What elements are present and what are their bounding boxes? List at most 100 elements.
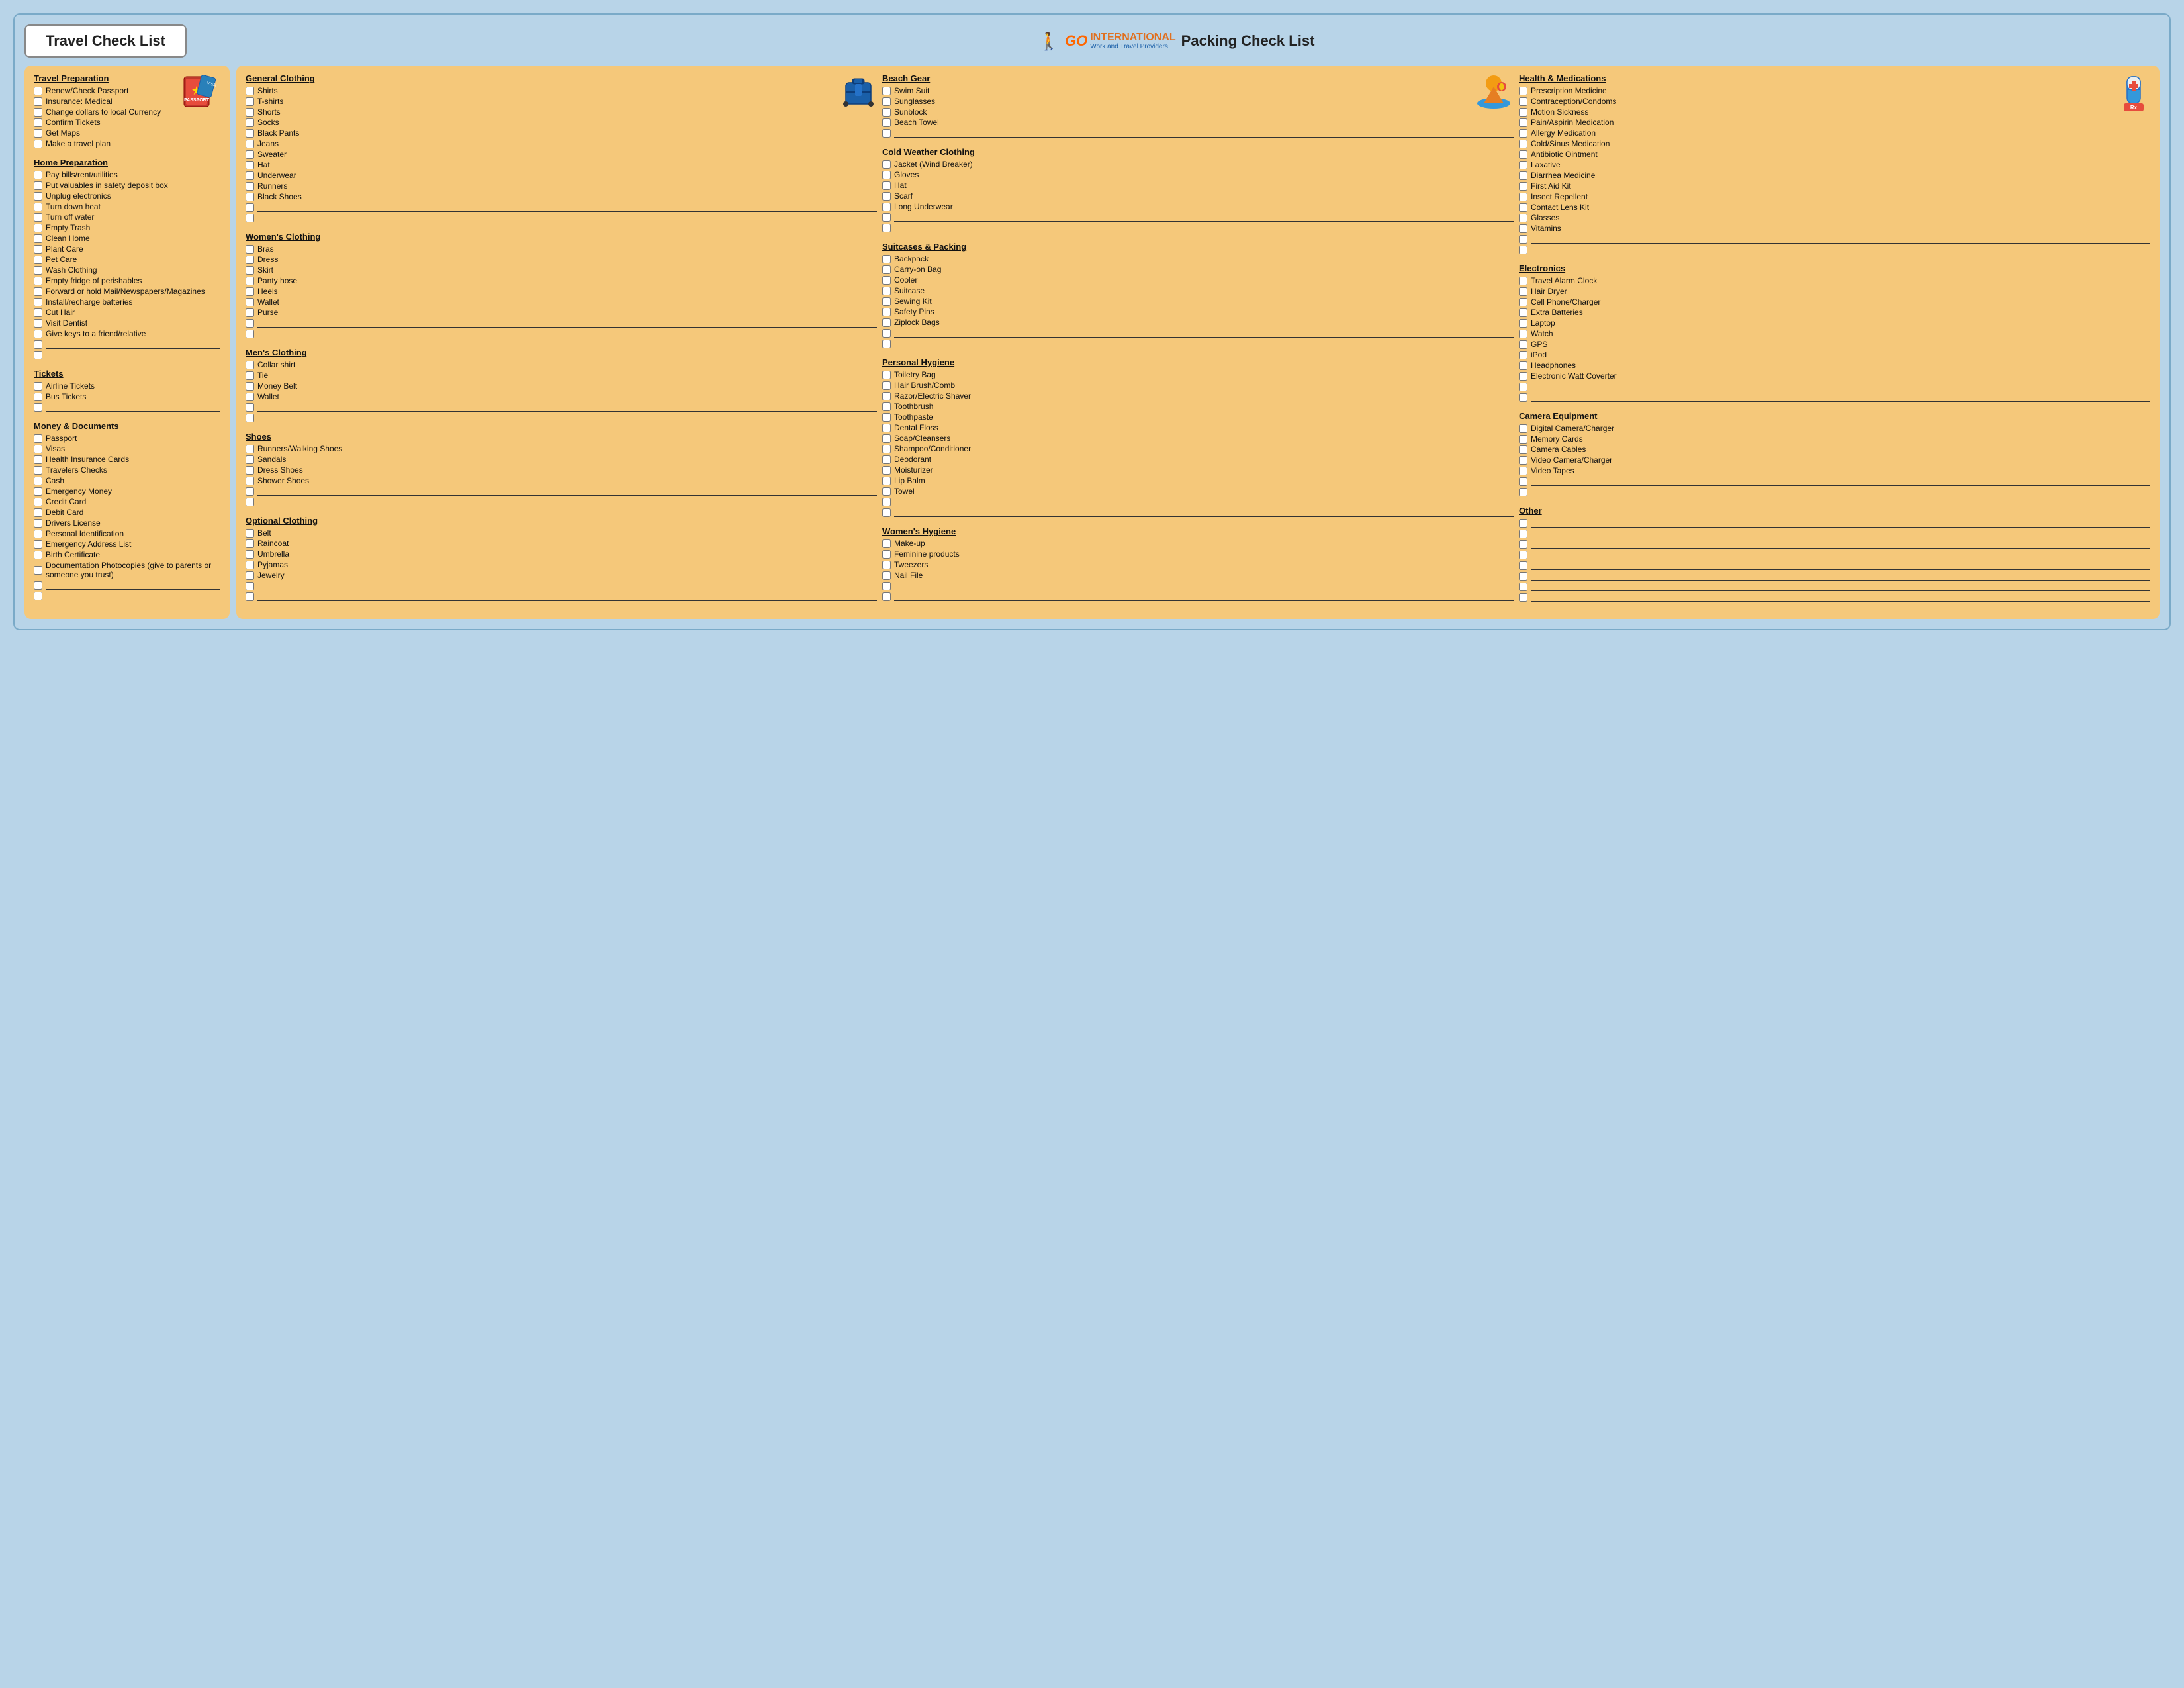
check-item[interactable]: Jacket (Wind Breaker): [882, 160, 1514, 169]
checkbox-womens-hygiene-2[interactable]: [882, 561, 891, 569]
blank-checkbox[interactable]: [882, 508, 891, 517]
checkbox-womens-hygiene-3[interactable]: [882, 571, 891, 580]
check-item[interactable]: Feminine products: [882, 549, 1514, 559]
checkbox-health-medications-8[interactable]: [1519, 171, 1527, 180]
check-item[interactable]: Turn down heat: [34, 202, 220, 211]
check-item[interactable]: Headphones: [1519, 361, 2150, 370]
check-item[interactable]: Umbrella: [246, 549, 877, 559]
checkbox-travel-preparation-5[interactable]: [34, 140, 42, 148]
check-item[interactable]: Shower Shoes: [246, 476, 877, 485]
checkbox-personal-hygiene-7[interactable]: [882, 445, 891, 453]
check-item[interactable]: Bras: [246, 244, 877, 254]
check-item[interactable]: Motion Sickness: [1519, 107, 2114, 117]
check-item[interactable]: Travel Alarm Clock: [1519, 276, 2150, 285]
checkbox-general-clothing-4[interactable]: [246, 129, 254, 138]
checkbox-mens-clothing-2[interactable]: [246, 382, 254, 391]
check-item[interactable]: Suitcase: [882, 286, 1514, 295]
checkbox-personal-hygiene-6[interactable]: [882, 434, 891, 443]
blank-line[interactable]: [246, 203, 877, 212]
check-item[interactable]: Drivers License: [34, 518, 220, 528]
check-item[interactable]: Pyjamas: [246, 560, 877, 569]
check-item[interactable]: Watch: [1519, 329, 2150, 338]
check-item[interactable]: Hat: [246, 160, 877, 169]
check-item[interactable]: Visas: [34, 444, 220, 453]
checkbox-camera-equipment-0[interactable]: [1519, 424, 1527, 433]
check-item[interactable]: Make-up: [882, 539, 1514, 548]
blank-checkbox[interactable]: [1519, 477, 1527, 486]
checkbox-cold-weather-clothing-1[interactable]: [882, 171, 891, 179]
checkbox-shoes-3[interactable]: [246, 477, 254, 485]
blank-checkbox[interactable]: [882, 213, 891, 222]
checkbox-home-preparation-11[interactable]: [34, 287, 42, 296]
checkbox-health-medications-10[interactable]: [1519, 193, 1527, 201]
check-item[interactable]: Install/recharge batteries: [34, 297, 220, 306]
check-item[interactable]: Hair Brush/Comb: [882, 381, 1514, 390]
checkbox-cold-weather-clothing-2[interactable]: [882, 181, 891, 190]
check-item[interactable]: Dress Shoes: [246, 465, 877, 475]
checkbox-electronics-3[interactable]: [1519, 308, 1527, 317]
check-item[interactable]: Glasses: [1519, 213, 2150, 222]
check-item[interactable]: Birth Certificate: [34, 550, 220, 559]
check-item[interactable]: Airline Tickets: [34, 381, 220, 391]
checkbox-womens-hygiene-1[interactable]: [882, 550, 891, 559]
check-item[interactable]: Jeans: [246, 139, 877, 148]
check-item[interactable]: Cut Hair: [34, 308, 220, 317]
check-item[interactable]: Turn off water: [34, 212, 220, 222]
checkbox-money-documents-7[interactable]: [34, 508, 42, 517]
checkbox-general-clothing-8[interactable]: [246, 171, 254, 180]
check-item[interactable]: First Aid Kit: [1519, 181, 2150, 191]
checkbox-mens-clothing-0[interactable]: [246, 361, 254, 369]
checkbox-womens-clothing-3[interactable]: [246, 277, 254, 285]
checkbox-personal-hygiene-11[interactable]: [882, 487, 891, 496]
blank-line[interactable]: [34, 402, 220, 412]
checkbox-money-documents-10[interactable]: [34, 540, 42, 549]
check-item[interactable]: Dress: [246, 255, 877, 264]
check-item[interactable]: Nail File: [882, 571, 1514, 580]
check-item[interactable]: Sewing Kit: [882, 297, 1514, 306]
check-item[interactable]: Hat: [882, 181, 1514, 190]
blank-line[interactable]: [882, 328, 1514, 338]
blank-checkbox[interactable]: [882, 582, 891, 590]
blank-checkbox[interactable]: [246, 582, 254, 590]
blank-checkbox[interactable]: [34, 340, 42, 349]
check-item[interactable]: Sandals: [246, 455, 877, 464]
check-item[interactable]: Backpack: [882, 254, 1514, 263]
checkbox-beach-gear-2[interactable]: [882, 108, 891, 117]
check-item[interactable]: Laptop: [1519, 318, 2150, 328]
check-item[interactable]: iPod: [1519, 350, 2150, 359]
blank-line[interactable]: [246, 318, 877, 328]
check-item[interactable]: Heels: [246, 287, 877, 296]
blank-line[interactable]: [882, 592, 1514, 601]
checkbox-optional-clothing-1[interactable]: [246, 539, 254, 548]
checkbox-money-documents-2[interactable]: [34, 455, 42, 464]
checkbox-optional-clothing-2[interactable]: [246, 550, 254, 559]
checkbox-personal-hygiene-3[interactable]: [882, 402, 891, 411]
blank-checkbox[interactable]: [882, 329, 891, 338]
check-item[interactable]: Black Pants: [246, 128, 877, 138]
checkbox-general-clothing-3[interactable]: [246, 118, 254, 127]
blank-checkbox[interactable]: [1519, 561, 1527, 570]
blank-line[interactable]: [882, 212, 1514, 222]
checkbox-money-documents-9[interactable]: [34, 530, 42, 538]
checkbox-home-preparation-4[interactable]: [34, 213, 42, 222]
checkbox-beach-gear-3[interactable]: [882, 118, 891, 127]
checkbox-money-documents-8[interactable]: [34, 519, 42, 528]
check-item[interactable]: Empty fridge of perishables: [34, 276, 220, 285]
blank-checkbox[interactable]: [34, 403, 42, 412]
blank-checkbox[interactable]: [1519, 383, 1527, 391]
checkbox-health-medications-0[interactable]: [1519, 87, 1527, 95]
check-item[interactable]: Hair Dryer: [1519, 287, 2150, 296]
blank-line[interactable]: [34, 350, 220, 359]
blank-checkbox[interactable]: [1519, 593, 1527, 602]
checkbox-health-medications-12[interactable]: [1519, 214, 1527, 222]
check-item[interactable]: Ziplock Bags: [882, 318, 1514, 327]
check-item[interactable]: Underwear: [246, 171, 877, 180]
check-item[interactable]: Toothbrush: [882, 402, 1514, 411]
check-item[interactable]: Sweater: [246, 150, 877, 159]
blank-line[interactable]: [1519, 518, 2150, 528]
check-item[interactable]: Shampoo/Conditioner: [882, 444, 1514, 453]
blank-line[interactable]: [246, 581, 877, 590]
checkbox-health-medications-7[interactable]: [1519, 161, 1527, 169]
check-item[interactable]: Diarrhea Medicine: [1519, 171, 2150, 180]
check-item[interactable]: Toothpaste: [882, 412, 1514, 422]
